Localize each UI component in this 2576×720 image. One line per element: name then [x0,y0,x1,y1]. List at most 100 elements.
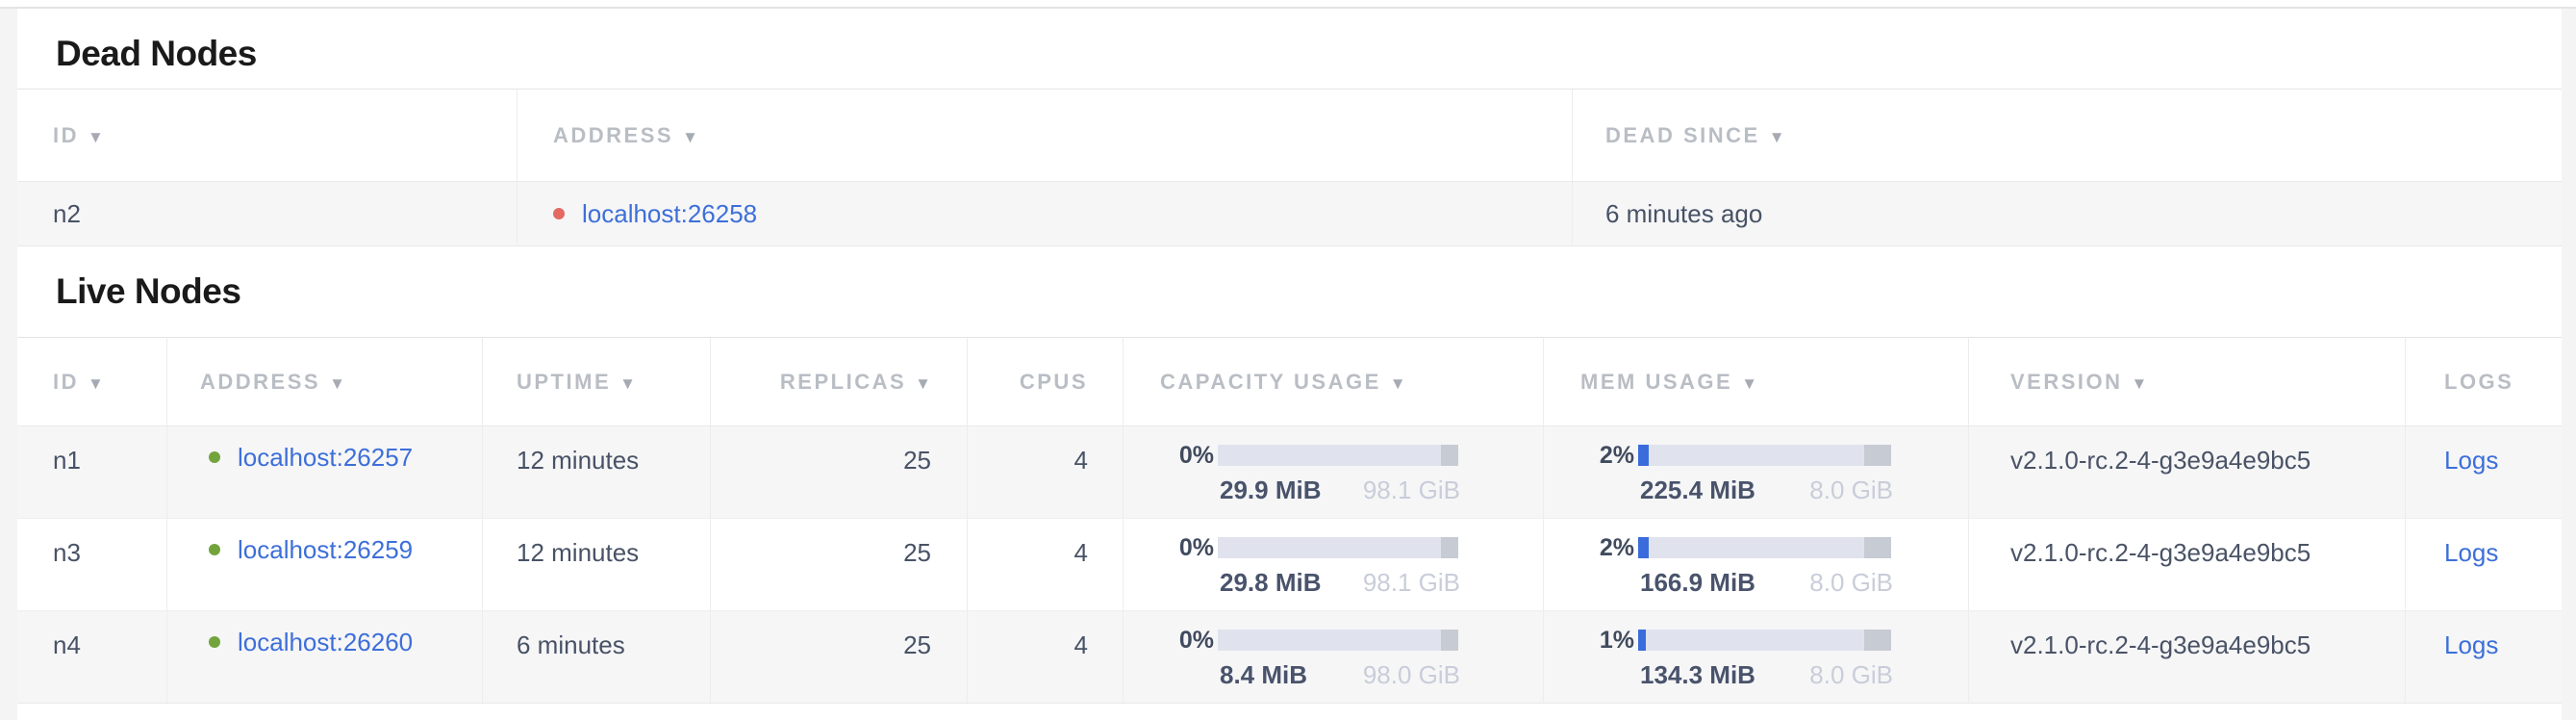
memory-percent-label: 2% [1580,533,1634,562]
column-header-address[interactable]: ADDRESS [517,90,1572,181]
column-header-id[interactable]: ID [17,90,517,181]
column-header-capacity-usage[interactable]: CAPACITY USAGE [1123,338,1543,425]
node-uptime-cell: 6 minutes [482,611,710,703]
node-address-link[interactable]: localhost:26259 [238,535,413,564]
live-node-row: n4 localhost:26260 6 minutes 25 4 0% [17,611,2562,704]
capacity-usage-bar [1218,537,1458,558]
node-capacity-usage-cell: 0% 29.8 MiB 98.1 GiB [1123,519,1543,610]
capacity-total-label: 98.1 GiB [1363,476,1460,503]
memory-used-label: 134.3 MiB [1640,661,1755,688]
node-id-cell: n2 [17,182,517,245]
node-version-cell: v2.1.0-rc.2-4-g3e9a4e9bc5 [1968,519,2405,610]
column-header-dead-since[interactable]: DEAD SINCE [1572,90,2562,181]
column-header-address-label: ADDRESS [200,370,320,395]
live-node-row: n1 localhost:26257 12 minutes 25 4 0% [17,426,2562,519]
memory-used-segment [1638,537,1649,558]
memory-reserved-segment [1864,537,1891,558]
dead-nodes-table: ID ADDRESS DEAD SINCE n2 localhost:26258 [17,90,2562,246]
sort-arrow-icon [320,370,345,395]
column-header-replicas-label: REPLICAS [780,370,906,395]
node-id-cell: n1 [17,426,166,518]
node-replicas-cell: 25 [710,426,967,518]
column-header-version[interactable]: VERSION [1968,338,2405,425]
node-capacity-usage-cell: 0% 29.9 MiB 98.1 GiB [1123,426,1543,518]
node-logs-cell: Logs [2405,519,2562,610]
memory-used-segment [1638,630,1646,651]
capacity-reserved-segment [1441,630,1458,651]
capacity-percent-label: 0% [1160,533,1214,562]
column-header-version-label: VERSION [2010,370,2123,395]
column-header-uptime[interactable]: UPTIME [482,338,710,425]
capacity-percent-label: 0% [1160,626,1214,655]
memory-percent-label: 1% [1580,626,1634,655]
column-header-logs: LOGS [2405,338,2562,425]
memory-used-label: 225.4 MiB [1640,476,1755,503]
memory-reserved-segment [1864,630,1891,651]
node-mem-usage-cell: 2% 166.9 MiB 8.0 GiB [1543,519,1968,610]
live-nodes-table: ID ADDRESS UPTIME REPLICAS CPUS [17,338,2562,704]
live-nodes-section-heading: Live Nodes [17,246,2562,338]
live-status-dot-icon [209,451,220,463]
memory-used-segment [1638,445,1649,466]
column-header-mem-usage-label: MEM USAGE [1580,370,1732,395]
sort-arrow-icon [1760,123,1785,148]
node-cpus-cell: 4 [967,426,1123,518]
column-header-dead-since-label: DEAD SINCE [1605,123,1760,148]
dead-status-dot-icon [553,208,565,219]
node-logs-cell: Logs [2405,426,2562,518]
capacity-used-label: 29.8 MiB [1220,569,1322,596]
node-capacity-usage-cell: 0% 8.4 MiB 98.0 GiB [1123,611,1543,703]
column-header-id-label: ID [53,370,79,395]
dead-nodes-section-heading: Dead Nodes [17,9,2562,90]
node-logs-link[interactable]: Logs [2444,538,2498,567]
capacity-reserved-segment [1441,445,1458,466]
node-logs-link[interactable]: Logs [2444,630,2498,659]
column-header-id-label: ID [53,123,79,148]
node-version-cell: v2.1.0-rc.2-4-g3e9a4e9bc5 [1968,426,2405,518]
node-uptime-cell: 12 minutes [482,519,710,610]
node-cpus-cell: 4 [967,611,1123,703]
node-version-cell: v2.1.0-rc.2-4-g3e9a4e9bc5 [1968,611,2405,703]
node-address-link[interactable]: localhost:26258 [582,199,757,228]
column-header-replicas[interactable]: REPLICAS [710,338,967,425]
memory-usage-bar [1638,445,1891,466]
memory-total-label: 8.0 GiB [1809,569,1893,596]
node-address-cell: localhost:26260 [166,611,482,703]
right-gutter [2562,9,2576,720]
node-logs-cell: Logs [2405,611,2562,703]
memory-usage-bar [1638,537,1891,558]
capacity-used-label: 29.9 MiB [1220,476,1322,503]
sort-arrow-icon [673,123,698,148]
node-address-cell: localhost:26257 [166,426,482,518]
memory-reserved-segment [1864,445,1891,466]
capacity-total-label: 98.0 GiB [1363,661,1460,688]
capacity-used-label: 8.4 MiB [1220,661,1307,688]
node-id-cell: n3 [17,519,166,610]
node-id-cell: n4 [17,611,166,703]
column-header-id[interactable]: ID [17,338,166,425]
node-address-cell: localhost:26258 [517,182,1572,245]
capacity-usage-bar [1218,630,1458,651]
live-node-row: n3 localhost:26259 12 minutes 25 4 0% [17,519,2562,611]
column-header-capacity-usage-label: CAPACITY USAGE [1160,370,1381,395]
node-address-link[interactable]: localhost:26257 [238,443,413,472]
column-header-uptime-label: UPTIME [517,370,611,395]
node-address-cell: localhost:26259 [166,519,482,610]
memory-used-label: 166.9 MiB [1640,569,1755,596]
column-header-address[interactable]: ADDRESS [166,338,482,425]
live-nodes-title: Live Nodes [56,271,240,312]
node-logs-link[interactable]: Logs [2444,446,2498,475]
content-area: Dead Nodes ID ADDRESS DEAD SINCE n2 [17,9,2562,704]
dead-nodes-title: Dead Nodes [56,34,257,74]
column-header-logs-label: LOGS [2444,370,2513,395]
column-header-mem-usage[interactable]: MEM USAGE [1543,338,1968,425]
column-header-cpus-label: CPUS [1020,370,1088,395]
capacity-total-label: 98.1 GiB [1363,569,1460,596]
node-address-link[interactable]: localhost:26260 [238,628,413,656]
node-mem-usage-cell: 1% 134.3 MiB 8.0 GiB [1543,611,1968,703]
live-nodes-table-body: n1 localhost:26257 12 minutes 25 4 0% [17,426,2562,704]
memory-total-label: 8.0 GiB [1809,661,1893,688]
dead-since-cell: 6 minutes ago [1572,182,2562,245]
dead-nodes-table-header: ID ADDRESS DEAD SINCE [17,90,2562,182]
node-uptime-cell: 12 minutes [482,426,710,518]
